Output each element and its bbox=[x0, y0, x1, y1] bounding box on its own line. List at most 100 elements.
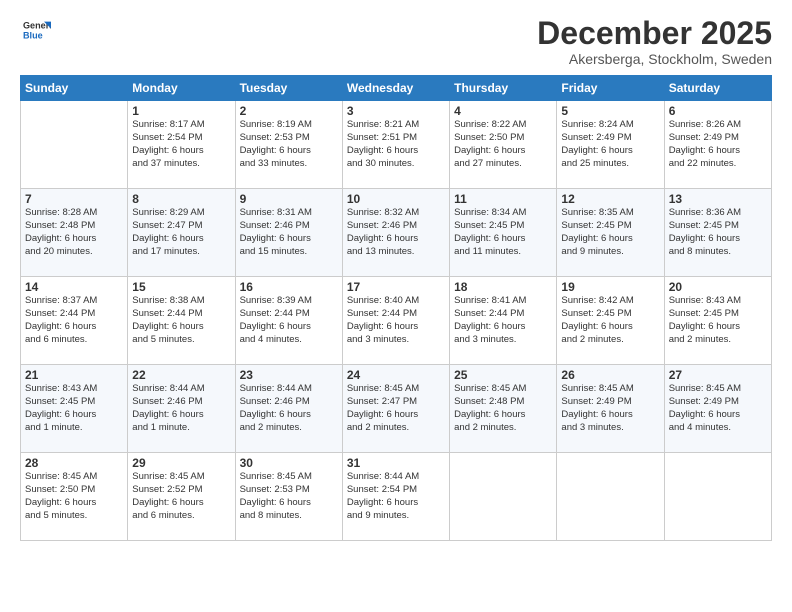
calendar-cell: 19Sunrise: 8:42 AM Sunset: 2:45 PM Dayli… bbox=[557, 277, 664, 365]
day-number: 1 bbox=[132, 104, 230, 118]
day-number: 12 bbox=[561, 192, 659, 206]
calendar-cell: 27Sunrise: 8:45 AM Sunset: 2:49 PM Dayli… bbox=[664, 365, 771, 453]
calendar-cell: 26Sunrise: 8:45 AM Sunset: 2:49 PM Dayli… bbox=[557, 365, 664, 453]
calendar-cell: 28Sunrise: 8:45 AM Sunset: 2:50 PM Dayli… bbox=[21, 453, 128, 541]
day-number: 4 bbox=[454, 104, 552, 118]
day-number: 11 bbox=[454, 192, 552, 206]
calendar-cell: 22Sunrise: 8:44 AM Sunset: 2:46 PM Dayli… bbox=[128, 365, 235, 453]
title-block: December 2025 Akersberga, Stockholm, Swe… bbox=[537, 16, 772, 67]
svg-text:Blue: Blue bbox=[23, 30, 43, 40]
calendar-week-row: 1Sunrise: 8:17 AM Sunset: 2:54 PM Daylig… bbox=[21, 101, 772, 189]
day-number: 10 bbox=[347, 192, 445, 206]
month-title: December 2025 bbox=[537, 16, 772, 51]
calendar-cell: 20Sunrise: 8:43 AM Sunset: 2:45 PM Dayli… bbox=[664, 277, 771, 365]
day-info: Sunrise: 8:43 AM Sunset: 2:45 PM Dayligh… bbox=[25, 383, 123, 434]
calendar-cell: 15Sunrise: 8:38 AM Sunset: 2:44 PM Dayli… bbox=[128, 277, 235, 365]
day-number: 27 bbox=[669, 368, 767, 382]
day-number: 7 bbox=[25, 192, 123, 206]
day-info: Sunrise: 8:36 AM Sunset: 2:45 PM Dayligh… bbox=[669, 207, 767, 258]
day-number: 8 bbox=[132, 192, 230, 206]
calendar-cell: 14Sunrise: 8:37 AM Sunset: 2:44 PM Dayli… bbox=[21, 277, 128, 365]
calendar-header-row: SundayMondayTuesdayWednesdayThursdayFrid… bbox=[21, 76, 772, 101]
day-number: 23 bbox=[240, 368, 338, 382]
calendar-cell: 25Sunrise: 8:45 AM Sunset: 2:48 PM Dayli… bbox=[450, 365, 557, 453]
day-info: Sunrise: 8:45 AM Sunset: 2:48 PM Dayligh… bbox=[454, 383, 552, 434]
calendar-cell: 8Sunrise: 8:29 AM Sunset: 2:47 PM Daylig… bbox=[128, 189, 235, 277]
calendar-cell: 23Sunrise: 8:44 AM Sunset: 2:46 PM Dayli… bbox=[235, 365, 342, 453]
day-info: Sunrise: 8:31 AM Sunset: 2:46 PM Dayligh… bbox=[240, 207, 338, 258]
calendar-day-header: Sunday bbox=[21, 76, 128, 101]
day-number: 24 bbox=[347, 368, 445, 382]
calendar-cell: 1Sunrise: 8:17 AM Sunset: 2:54 PM Daylig… bbox=[128, 101, 235, 189]
calendar-cell: 30Sunrise: 8:45 AM Sunset: 2:53 PM Dayli… bbox=[235, 453, 342, 541]
day-info: Sunrise: 8:24 AM Sunset: 2:49 PM Dayligh… bbox=[561, 119, 659, 170]
calendar-cell: 2Sunrise: 8:19 AM Sunset: 2:53 PM Daylig… bbox=[235, 101, 342, 189]
calendar-cell: 18Sunrise: 8:41 AM Sunset: 2:44 PM Dayli… bbox=[450, 277, 557, 365]
calendar-cell: 6Sunrise: 8:26 AM Sunset: 2:49 PM Daylig… bbox=[664, 101, 771, 189]
day-number: 21 bbox=[25, 368, 123, 382]
day-number: 20 bbox=[669, 280, 767, 294]
day-info: Sunrise: 8:42 AM Sunset: 2:45 PM Dayligh… bbox=[561, 295, 659, 346]
calendar-week-row: 7Sunrise: 8:28 AM Sunset: 2:48 PM Daylig… bbox=[21, 189, 772, 277]
calendar-cell: 4Sunrise: 8:22 AM Sunset: 2:50 PM Daylig… bbox=[450, 101, 557, 189]
calendar-week-row: 28Sunrise: 8:45 AM Sunset: 2:50 PM Dayli… bbox=[21, 453, 772, 541]
logo-icon: General Blue bbox=[23, 16, 51, 44]
day-info: Sunrise: 8:45 AM Sunset: 2:52 PM Dayligh… bbox=[132, 471, 230, 522]
day-number: 25 bbox=[454, 368, 552, 382]
day-info: Sunrise: 8:44 AM Sunset: 2:46 PM Dayligh… bbox=[240, 383, 338, 434]
day-number: 6 bbox=[669, 104, 767, 118]
day-number: 13 bbox=[669, 192, 767, 206]
calendar-week-row: 21Sunrise: 8:43 AM Sunset: 2:45 PM Dayli… bbox=[21, 365, 772, 453]
day-info: Sunrise: 8:43 AM Sunset: 2:45 PM Dayligh… bbox=[669, 295, 767, 346]
calendar-cell bbox=[557, 453, 664, 541]
day-number: 22 bbox=[132, 368, 230, 382]
day-info: Sunrise: 8:45 AM Sunset: 2:49 PM Dayligh… bbox=[669, 383, 767, 434]
calendar-cell: 11Sunrise: 8:34 AM Sunset: 2:45 PM Dayli… bbox=[450, 189, 557, 277]
calendar-cell bbox=[21, 101, 128, 189]
header: General Blue December 2025 Akersberga, S… bbox=[20, 16, 772, 67]
day-number: 9 bbox=[240, 192, 338, 206]
day-info: Sunrise: 8:28 AM Sunset: 2:48 PM Dayligh… bbox=[25, 207, 123, 258]
calendar-cell: 12Sunrise: 8:35 AM Sunset: 2:45 PM Dayli… bbox=[557, 189, 664, 277]
calendar-cell: 31Sunrise: 8:44 AM Sunset: 2:54 PM Dayli… bbox=[342, 453, 449, 541]
calendar-day-header: Monday bbox=[128, 76, 235, 101]
calendar-week-row: 14Sunrise: 8:37 AM Sunset: 2:44 PM Dayli… bbox=[21, 277, 772, 365]
day-number: 28 bbox=[25, 456, 123, 470]
day-info: Sunrise: 8:40 AM Sunset: 2:44 PM Dayligh… bbox=[347, 295, 445, 346]
day-number: 15 bbox=[132, 280, 230, 294]
day-info: Sunrise: 8:17 AM Sunset: 2:54 PM Dayligh… bbox=[132, 119, 230, 170]
calendar-cell: 7Sunrise: 8:28 AM Sunset: 2:48 PM Daylig… bbox=[21, 189, 128, 277]
calendar-cell: 5Sunrise: 8:24 AM Sunset: 2:49 PM Daylig… bbox=[557, 101, 664, 189]
page: General Blue December 2025 Akersberga, S… bbox=[0, 0, 792, 612]
day-info: Sunrise: 8:45 AM Sunset: 2:49 PM Dayligh… bbox=[561, 383, 659, 434]
day-number: 5 bbox=[561, 104, 659, 118]
day-info: Sunrise: 8:44 AM Sunset: 2:46 PM Dayligh… bbox=[132, 383, 230, 434]
day-info: Sunrise: 8:41 AM Sunset: 2:44 PM Dayligh… bbox=[454, 295, 552, 346]
calendar-cell: 13Sunrise: 8:36 AM Sunset: 2:45 PM Dayli… bbox=[664, 189, 771, 277]
calendar-cell: 9Sunrise: 8:31 AM Sunset: 2:46 PM Daylig… bbox=[235, 189, 342, 277]
day-info: Sunrise: 8:35 AM Sunset: 2:45 PM Dayligh… bbox=[561, 207, 659, 258]
day-info: Sunrise: 8:22 AM Sunset: 2:50 PM Dayligh… bbox=[454, 119, 552, 170]
day-number: 31 bbox=[347, 456, 445, 470]
day-number: 2 bbox=[240, 104, 338, 118]
calendar-day-header: Wednesday bbox=[342, 76, 449, 101]
day-info: Sunrise: 8:39 AM Sunset: 2:44 PM Dayligh… bbox=[240, 295, 338, 346]
day-info: Sunrise: 8:29 AM Sunset: 2:47 PM Dayligh… bbox=[132, 207, 230, 258]
day-number: 17 bbox=[347, 280, 445, 294]
calendar-cell: 16Sunrise: 8:39 AM Sunset: 2:44 PM Dayli… bbox=[235, 277, 342, 365]
day-number: 30 bbox=[240, 456, 338, 470]
day-info: Sunrise: 8:44 AM Sunset: 2:54 PM Dayligh… bbox=[347, 471, 445, 522]
day-info: Sunrise: 8:38 AM Sunset: 2:44 PM Dayligh… bbox=[132, 295, 230, 346]
day-info: Sunrise: 8:37 AM Sunset: 2:44 PM Dayligh… bbox=[25, 295, 123, 346]
day-number: 19 bbox=[561, 280, 659, 294]
calendar-day-header: Friday bbox=[557, 76, 664, 101]
logo: General Blue bbox=[20, 16, 51, 49]
day-info: Sunrise: 8:21 AM Sunset: 2:51 PM Dayligh… bbox=[347, 119, 445, 170]
day-info: Sunrise: 8:45 AM Sunset: 2:47 PM Dayligh… bbox=[347, 383, 445, 434]
day-info: Sunrise: 8:19 AM Sunset: 2:53 PM Dayligh… bbox=[240, 119, 338, 170]
day-info: Sunrise: 8:32 AM Sunset: 2:46 PM Dayligh… bbox=[347, 207, 445, 258]
day-info: Sunrise: 8:26 AM Sunset: 2:49 PM Dayligh… bbox=[669, 119, 767, 170]
calendar-cell: 21Sunrise: 8:43 AM Sunset: 2:45 PM Dayli… bbox=[21, 365, 128, 453]
day-info: Sunrise: 8:45 AM Sunset: 2:53 PM Dayligh… bbox=[240, 471, 338, 522]
day-number: 18 bbox=[454, 280, 552, 294]
